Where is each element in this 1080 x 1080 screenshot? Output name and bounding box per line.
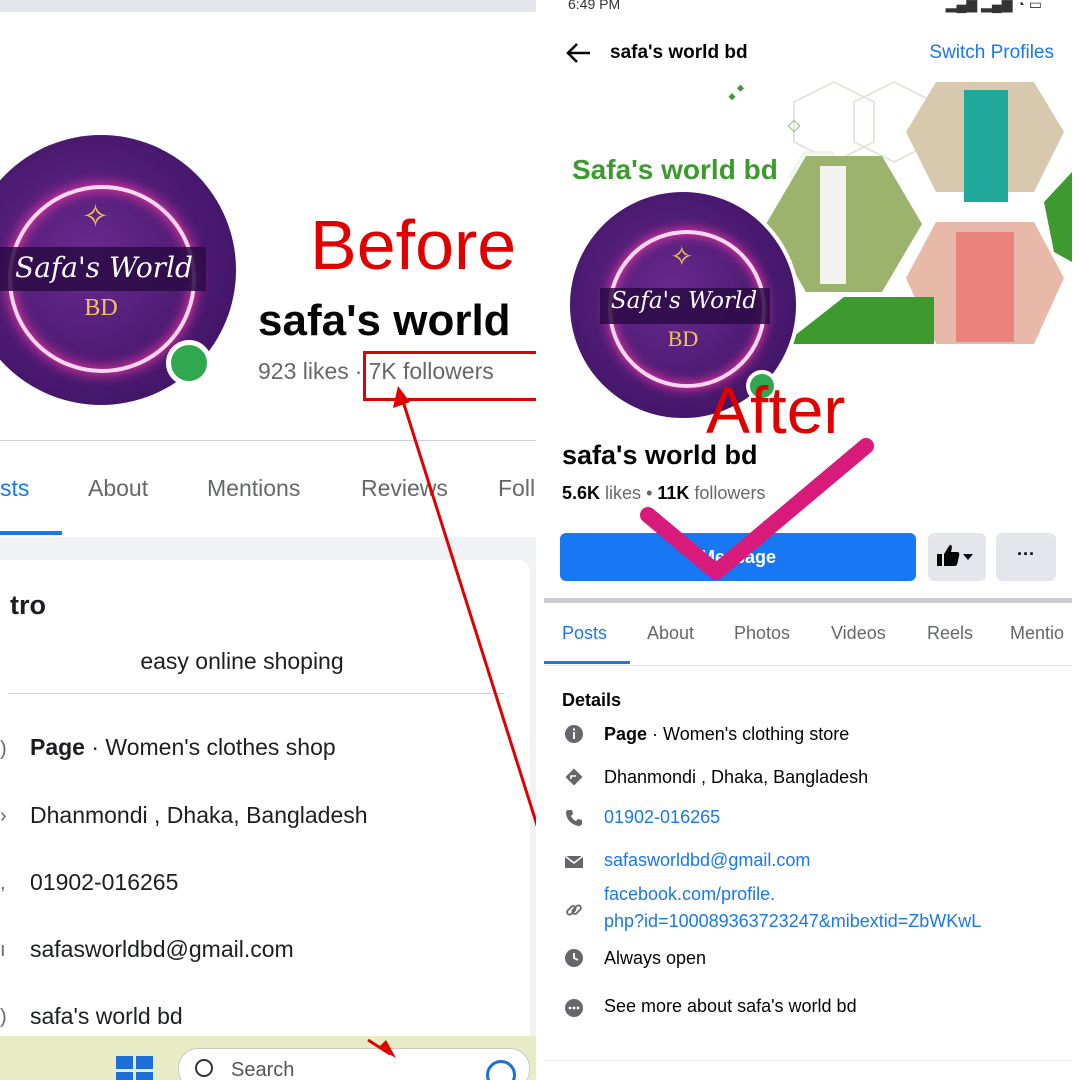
red-annotation-arrows: [367, 386, 536, 1058]
arrowhead-bottom-icon: [378, 1040, 396, 1058]
arrowhead-icon: [393, 386, 410, 408]
arrow-line-to-followers: [400, 397, 536, 828]
pink-checkmark-icon: [640, 438, 874, 580]
before-screenshot: ✧ Safa's World BD Before safa's world 92…: [0, 0, 536, 1080]
panel-gutter-right: [1072, 0, 1080, 1080]
panel-gutter: [536, 0, 544, 1080]
after-screenshot: 6:49 PM ▂▄▆ ▂▄▆ ◔ ▭ safa's world bd Swit…: [544, 0, 1072, 1080]
